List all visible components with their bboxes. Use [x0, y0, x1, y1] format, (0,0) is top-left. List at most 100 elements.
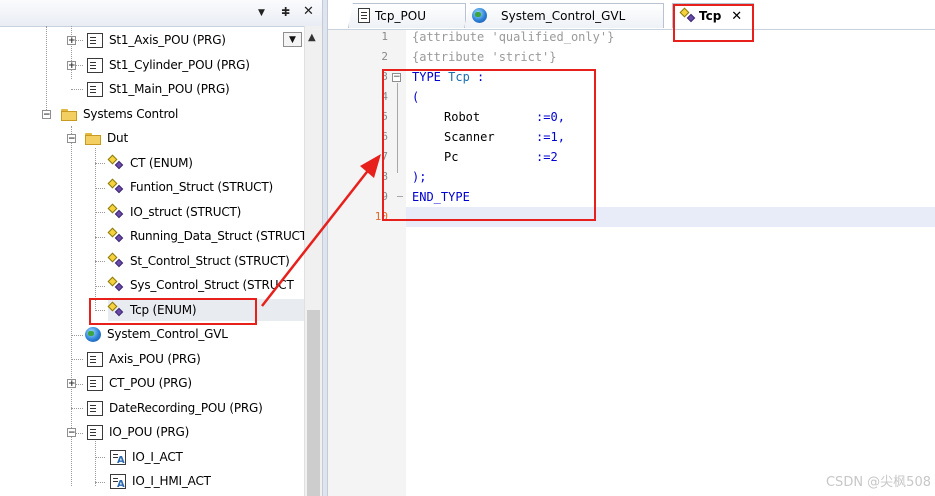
tree-item-st1-axis-pou[interactable]: St1_Axis_POU (PRG) — [85, 29, 226, 51]
tree-item-label: St1_Axis_POU (PRG) — [109, 33, 226, 47]
tree-item-label: System_Control_GVL — [107, 327, 228, 341]
tree-item-sys-control-struct[interactable]: Sys_Control_Struct (STRUCT — [107, 274, 294, 296]
expand-toggle[interactable]: + — [67, 36, 76, 46]
tree-item-st-control-struct[interactable]: St_Control_Struct (STRUCT) — [107, 250, 290, 272]
dut-icon — [107, 252, 124, 269]
folder-icon — [85, 133, 101, 145]
tree-connector — [71, 26, 72, 79]
scroll-thumb[interactable] — [307, 310, 320, 496]
tree-item-label: Running_Data_Struct (STRUCT — [130, 229, 307, 243]
device-tree: + + − − + − St1_Axis_POU (PRG) St1_Cylin… — [0, 26, 307, 496]
annotation-box-code — [382, 69, 596, 221]
annotation-box-tree-item — [89, 298, 257, 325]
tree-connector — [95, 441, 96, 486]
tab-tcp-pou[interactable]: Tcp_POU — [348, 3, 466, 28]
tree-item-axis-pou[interactable]: Axis_POU (PRG) — [85, 348, 201, 370]
dut-icon — [107, 154, 124, 171]
panel-header: ▼ ⵐ ✕ — [0, 0, 322, 27]
panel-menu-dropdown-icon[interactable]: ▼ — [258, 8, 265, 18]
tree-connector — [95, 261, 105, 262]
tree-item-st1-cylinder-pou[interactable]: St1_Cylinder_POU (PRG) — [85, 54, 250, 76]
pou-icon — [87, 32, 103, 48]
globe-icon — [472, 8, 487, 23]
pou-icon — [87, 57, 103, 73]
tree-connector — [71, 359, 83, 360]
tree-connector — [71, 89, 83, 90]
tree-item-ct-pou[interactable]: CT_POU (PRG) — [85, 372, 192, 394]
tree-connector — [46, 26, 47, 114]
code-line-1: {attribute 'qualified_only'} — [412, 30, 615, 44]
tree-item-io-pou[interactable]: IO_POU (PRG) — [85, 421, 189, 443]
pou-icon — [87, 351, 103, 367]
tree-connector — [75, 433, 83, 434]
tree-item-label: DateRecording_POU (PRG) — [109, 401, 263, 415]
tree-item-systems-control[interactable]: Systems Control — [61, 103, 178, 125]
tree-connector — [95, 212, 105, 213]
tree-item-label: St_Control_Struct (STRUCT) — [130, 254, 290, 268]
tab-label: System_Control_GVL — [501, 9, 626, 23]
action-icon: A — [110, 449, 126, 466]
tree-item-ct-enum[interactable]: CT (ENUM) — [107, 152, 193, 174]
tree-item-label: Dut — [107, 131, 128, 145]
tree-item-dut[interactable]: Dut — [85, 127, 128, 149]
tree-item-io-struct[interactable]: IO_struct (STRUCT) — [107, 201, 242, 223]
close-panel-icon[interactable]: ✕ — [303, 4, 314, 19]
action-icon: A — [110, 473, 126, 490]
collapse-toggle[interactable]: − — [67, 134, 76, 144]
dut-icon — [107, 203, 124, 220]
tree-item-label: Sys_Control_Struct (STRUCT — [130, 278, 294, 292]
annotation-box-tab — [673, 4, 754, 42]
tree-connector — [95, 457, 105, 458]
tree-item-label: Funtion_Struct (STRUCT) — [130, 180, 273, 194]
editor-tab-strip: Tcp_POU System_Control_GVL Tcp ✕ — [328, 0, 935, 30]
tree-item-running-data-struct[interactable]: Running_Data_Struct (STRUCT — [107, 225, 307, 247]
pou-tree-panel: ▼ ⵐ ✕ + + − − + − St1_Axis_POU (PRG) St1… — [0, 0, 322, 496]
tree-item-label: Axis_POU (PRG) — [109, 352, 201, 366]
tree-item-io-i-act[interactable]: A IO_I_ACT — [108, 446, 183, 468]
tree-dropdown-button[interactable]: ▼ — [283, 32, 302, 47]
tree-item-label: IO_I_HMI_ACT — [132, 474, 211, 488]
tree-connector — [71, 408, 83, 409]
tab-system-control-gvl[interactable]: System_Control_GVL — [464, 3, 664, 28]
tree-connector — [95, 286, 105, 287]
tree-item-label: St1_Cylinder_POU (PRG) — [109, 58, 250, 72]
tree-connector — [75, 40, 83, 41]
code-line-2: {attribute 'strict'} — [412, 50, 557, 64]
tree-connector — [75, 65, 83, 66]
collapse-toggle[interactable]: − — [42, 110, 51, 120]
tree-item-label: St1_Main_POU (PRG) — [109, 82, 230, 96]
tree-item-label: Systems Control — [83, 107, 179, 121]
pou-icon — [358, 8, 370, 23]
scroll-up-icon[interactable]: ▲ — [308, 32, 316, 43]
tree-item-io-i-hmi-act[interactable]: A IO_I_HMI_ACT — [108, 470, 211, 492]
pou-icon — [87, 424, 103, 440]
line-number: 1 — [381, 30, 388, 43]
tree-item-label: IO_struct (STRUCT) — [130, 205, 242, 219]
tree-item-funtion-struct[interactable]: Funtion_Struct (STRUCT) — [107, 176, 273, 198]
expand-toggle[interactable]: + — [67, 61, 76, 71]
tree-connector — [95, 163, 105, 164]
tree-connector — [95, 188, 105, 189]
tree-item-label: CT_POU (PRG) — [109, 376, 192, 390]
tree-item-label: IO_I_ACT — [132, 450, 183, 464]
pou-icon — [87, 375, 103, 391]
watermark: CSDN @尖枫508 — [825, 475, 931, 490]
tree-item-st1-main-pou[interactable]: St1_Main_POU (PRG) — [85, 78, 230, 100]
pin-icon[interactable]: ⵐ — [281, 5, 290, 19]
tree-item-daterecording-pou[interactable]: DateRecording_POU (PRG) — [85, 397, 263, 419]
tree-item-label: IO_POU (PRG) — [109, 425, 190, 439]
expand-toggle[interactable]: + — [67, 379, 76, 389]
pou-icon — [87, 400, 103, 416]
dut-icon — [107, 178, 124, 195]
collapse-toggle[interactable]: − — [67, 428, 76, 438]
tree-connector — [95, 482, 105, 483]
tree-item-label: CT (ENUM) — [130, 156, 193, 170]
folder-icon — [61, 109, 77, 121]
tree-item-system-control-gvl[interactable]: System_Control_GVL — [85, 323, 228, 345]
globe-icon — [85, 326, 101, 342]
tree-scrollbar[interactable]: ▲ — [304, 26, 322, 496]
tree-connector — [71, 335, 83, 336]
tree-connector — [75, 384, 83, 385]
tree-connector — [95, 237, 105, 238]
dut-icon — [107, 227, 124, 244]
